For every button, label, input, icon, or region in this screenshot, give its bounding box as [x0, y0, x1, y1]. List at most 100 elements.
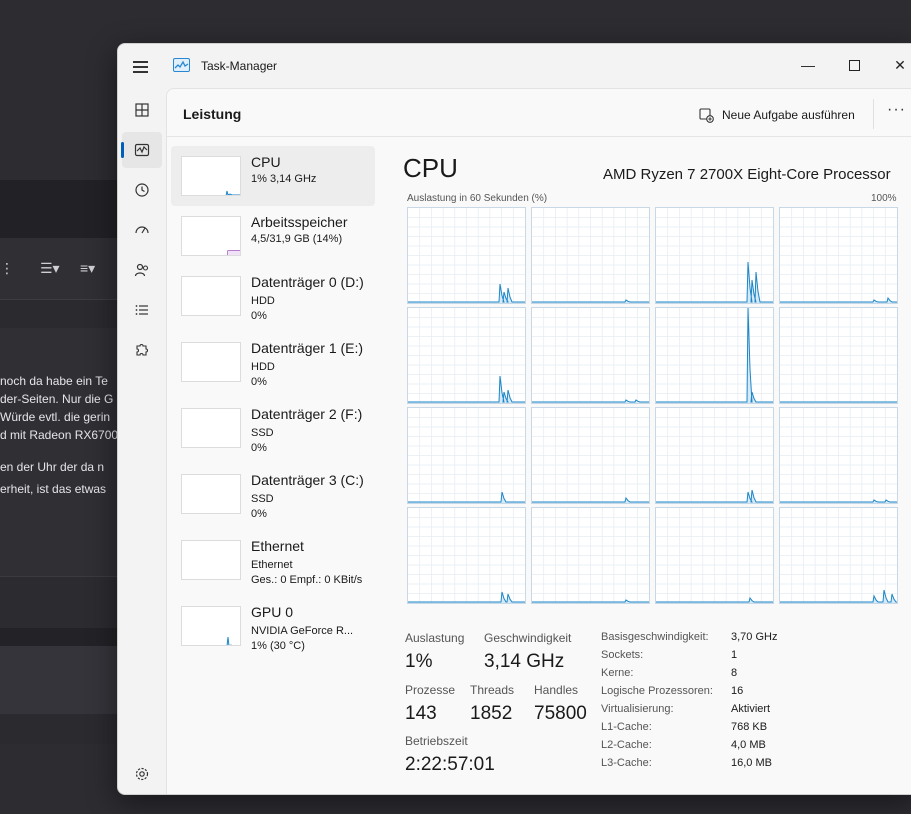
detail-value: Aktiviert	[731, 703, 771, 715]
device-disk-3[interactable]: Datenträger 3 (C:) SSD 0%	[171, 464, 375, 524]
logical-processor-graph	[531, 407, 650, 504]
detail-value: 16	[731, 685, 744, 697]
disk-thumbnail-graph	[181, 276, 241, 316]
logical-processor-graph	[407, 307, 526, 404]
disk-thumbnail-graph	[181, 408, 241, 448]
nav-details[interactable]	[122, 292, 162, 328]
device-type: HDD	[251, 361, 275, 373]
device-usage: 1% (30 °C)	[251, 640, 305, 652]
cpu-heading: CPU	[403, 153, 458, 183]
device-detail: 1% 3,14 GHz	[251, 173, 317, 185]
logical-processor-graph	[531, 307, 650, 404]
device-usage: 0%	[251, 376, 267, 388]
maximize-icon	[848, 59, 860, 71]
background-text-line: Würde evtl. die gerin	[0, 410, 111, 424]
nav-services[interactable]	[122, 332, 162, 368]
align-left-icon[interactable]: ≡▾	[80, 260, 95, 277]
nav-settings[interactable]	[122, 756, 162, 792]
logical-processor-graph	[407, 207, 526, 304]
nav-performance[interactable]	[121, 132, 162, 168]
device-throughput: Ges.: 0 Empf.: 0 KBit/s	[251, 574, 363, 586]
device-name: Datenträger 0 (D:)	[251, 274, 364, 290]
handles-label: Handles	[534, 683, 579, 697]
device-gpu-0[interactable]: GPU 0 NVIDIA GeForce R... 1% (30 °C)	[171, 596, 375, 656]
logical-processor-graph	[779, 507, 898, 604]
threads-label: Threads	[470, 683, 515, 697]
menu-icon[interactable]	[132, 58, 150, 74]
device-name: GPU 0	[251, 604, 294, 620]
cpu-model-name: AMD Ryzen 7 2700X Eight-Core Processor	[603, 166, 891, 183]
speed-label: Geschwindigkeit	[484, 631, 572, 645]
history-icon	[135, 183, 149, 197]
new-task-label: Neue Aufgabe ausführen	[722, 108, 855, 122]
device-type: HDD	[251, 295, 275, 307]
logical-processor-graph	[779, 307, 898, 404]
bullet-list-icon[interactable]: ☰▾	[40, 260, 60, 277]
utilization-value: 1%	[405, 651, 433, 672]
detail-value: 3,70 GHz	[731, 631, 778, 643]
gpu-thumbnail-graph	[181, 606, 241, 646]
device-memory[interactable]: Arbeitsspeicher 4,5/31,9 GB (14%)	[171, 206, 375, 266]
header-divider	[873, 99, 874, 129]
title-bar[interactable]: Task-Manager — ✕	[118, 44, 911, 88]
graph-max-label: 100%	[871, 193, 897, 204]
more-options-button[interactable]: ···	[887, 101, 906, 119]
background-text-line: der-Seiten. Nur die G	[0, 392, 114, 406]
navigation-rail	[118, 88, 166, 794]
device-name: Ethernet	[251, 538, 304, 554]
background-text-line: noch da habe ein Te	[0, 374, 108, 388]
device-type: Ethernet	[251, 559, 293, 571]
device-disk-0[interactable]: Datenträger 0 (D:) HDD 0%	[171, 266, 375, 326]
uptime-value: 2:22:57:01	[405, 754, 495, 775]
gear-icon	[135, 767, 149, 781]
logical-processor-graph	[779, 407, 898, 504]
device-name: Datenträger 1 (E:)	[251, 340, 364, 356]
disk-thumbnail-graph	[181, 342, 241, 382]
detail-value: 768 KB	[731, 721, 768, 733]
logical-processor-graph	[531, 507, 650, 604]
maximize-button[interactable]	[831, 50, 877, 80]
window-title: Task-Manager	[201, 59, 278, 73]
detail-key: Virtualisierung:	[601, 703, 674, 715]
detail-key: L1-Cache:	[601, 721, 652, 733]
logical-processor-graph	[655, 507, 774, 604]
close-button[interactable]: ✕	[877, 50, 911, 80]
minimize-button[interactable]: —	[785, 50, 831, 80]
users-icon	[134, 263, 149, 277]
memory-thumbnail-graph	[181, 216, 241, 256]
device-ethernet[interactable]: Ethernet Ethernet Ges.: 0 Empf.: 0 KBit/…	[171, 530, 375, 590]
threads-value: 1852	[470, 703, 513, 724]
processes-label: Prozesse	[405, 683, 456, 697]
device-disk-2[interactable]: Datenträger 2 (F:) SSD 0%	[171, 398, 375, 458]
graph-label: Auslastung in 60 Sekunden (%)	[407, 193, 548, 204]
uptime-label: Betriebszeit	[405, 734, 468, 748]
device-name: CPU	[251, 154, 281, 170]
nav-processes[interactable]	[122, 92, 162, 128]
task-manager-window: Task-Manager — ✕ Leistung Neue Aufgabe a…	[117, 43, 911, 795]
speedometer-icon	[135, 226, 149, 234]
device-cpu[interactable]: CPU 1% 3,14 GHz	[171, 146, 375, 206]
services-puzzle-icon	[136, 344, 148, 356]
background-text-line: en der Uhr der da n	[0, 460, 105, 474]
logical-processor-graph	[407, 507, 526, 604]
ethernet-thumbnail-graph	[181, 540, 241, 580]
details-list-icon	[135, 305, 148, 315]
nav-users[interactable]	[122, 252, 162, 288]
logical-processor-graph	[655, 407, 774, 504]
drag-handle-icon[interactable]: ⋮	[0, 260, 14, 277]
nav-startup-apps[interactable]	[122, 212, 162, 248]
detail-value: 8	[731, 667, 738, 679]
device-usage: 0%	[251, 310, 267, 322]
handles-value: 75800	[534, 703, 587, 724]
processes-icon	[135, 103, 149, 117]
device-name: Datenträger 2 (F:)	[251, 406, 363, 422]
panel-header: Leistung Neue Aufgabe ausführen ···	[167, 89, 911, 137]
detail-key: Logische Prozessoren:	[601, 685, 713, 697]
new-task-button[interactable]: Neue Aufgabe ausführen	[699, 105, 855, 125]
detail-value: 16,0 MB	[731, 757, 772, 769]
background-text-line: erheit, ist das etwas	[0, 482, 107, 496]
detail-key: L3-Cache:	[601, 757, 652, 769]
detail-key: Basisgeschwindigkeit:	[601, 631, 709, 643]
nav-app-history[interactable]	[122, 172, 162, 208]
device-disk-1[interactable]: Datenträger 1 (E:) HDD 0%	[171, 332, 375, 392]
